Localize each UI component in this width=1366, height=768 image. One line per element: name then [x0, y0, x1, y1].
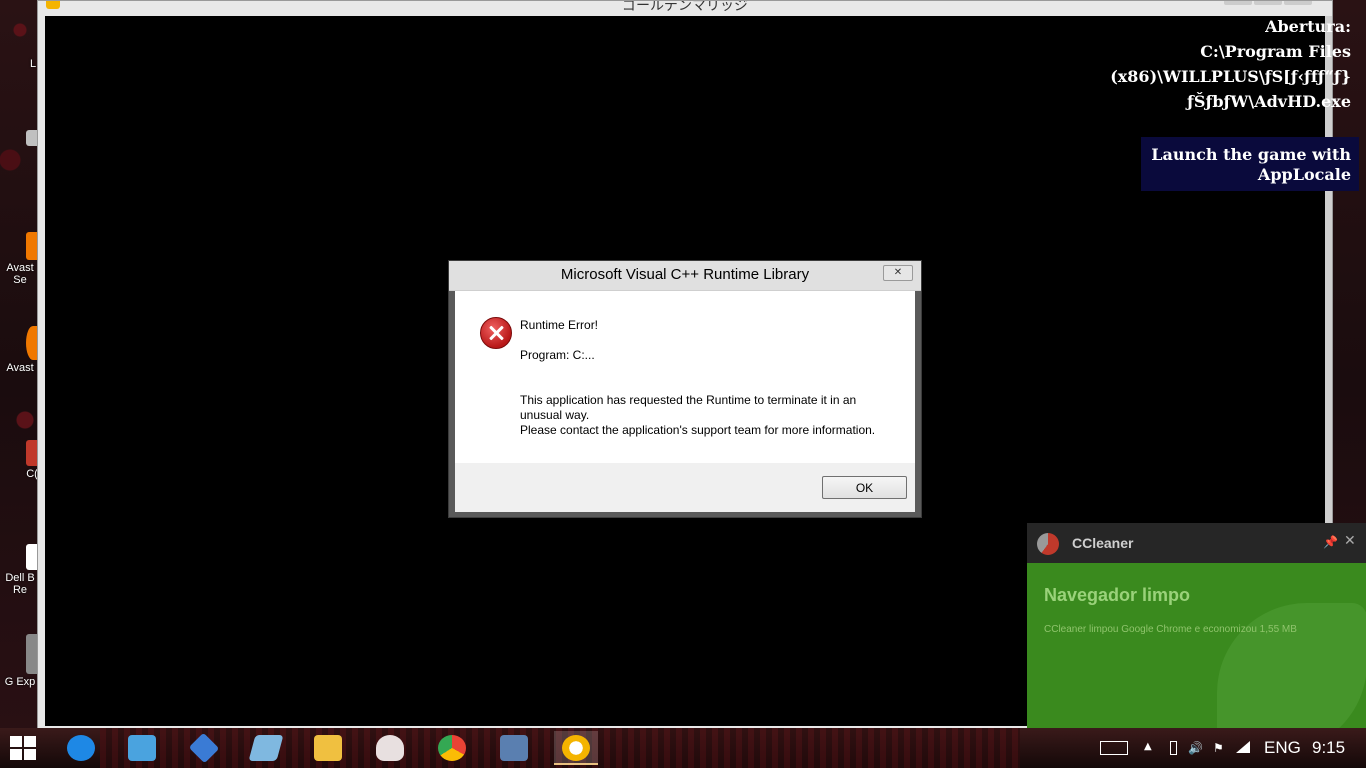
- internet-explorer-icon: [67, 735, 95, 761]
- dialog-body: Runtime Error! Program: C:... This appli…: [455, 291, 915, 512]
- ccleaner-notification[interactable]: CCleaner 📌 ✕ Navegador limpo CCleaner li…: [1027, 523, 1366, 728]
- dialog-footer: OK: [455, 463, 915, 512]
- taskbar-file-explorer[interactable]: [306, 731, 350, 765]
- taskbar-chrome[interactable]: [430, 731, 474, 765]
- program-path: Program: C:...: [520, 348, 595, 362]
- notification-close-button[interactable]: ✕: [1344, 533, 1356, 549]
- dialog-close-button[interactable]: ✕: [883, 265, 913, 281]
- ok-button[interactable]: OK: [822, 476, 907, 499]
- game-window-title: ゴールデンマリッジ: [622, 1, 748, 14]
- launch-label-line: AppLocale: [1257, 165, 1351, 184]
- notification-title: Navegador limpo: [1044, 585, 1191, 605]
- error-heading: Runtime Error!: [520, 318, 599, 332]
- taskbar-ppsspp[interactable]: [182, 731, 226, 765]
- notepad-icon: [248, 735, 284, 761]
- desktop-icon-ccleaner[interactable]: C(: [0, 440, 40, 480]
- anime-character-icon: [376, 735, 404, 761]
- notification-app-name: CCleaner: [1072, 535, 1134, 551]
- show-hidden-icons-chevron-icon[interactable]: ▲: [1144, 741, 1158, 755]
- taskbar: ▲ 🔊 ⚑ ENG 9:15: [0, 728, 1366, 768]
- control-panel-icon: [128, 735, 156, 761]
- error-icon: [480, 317, 512, 349]
- folder-icon: [314, 735, 342, 761]
- battery-icon[interactable]: [1170, 741, 1177, 755]
- desktop-icon-avast-secureline[interactable]: Avast Se: [0, 232, 40, 286]
- leaf-decoration-icon: [1217, 603, 1366, 728]
- taskbar-control-panel[interactable]: [120, 731, 164, 765]
- desktop-icon-shortcut[interactable]: [0, 130, 40, 148]
- path-label: Abertura:: [1265, 17, 1351, 36]
- desktop-icon-game-explorer[interactable]: G Exp: [0, 634, 40, 688]
- window-controls[interactable]: [1224, 1, 1312, 5]
- desktop-icon-avast[interactable]: Avast: [0, 326, 40, 374]
- path-line: ƒŠƒbƒW\AdvHD.exe: [1187, 92, 1351, 111]
- minimize-button[interactable]: [1224, 1, 1252, 5]
- touch-keyboard-icon[interactable]: [1100, 741, 1128, 755]
- notification-body: Navegador limpo CCleaner limpou Google C…: [1027, 563, 1366, 728]
- error-message-line: This application has requested the Runti…: [520, 393, 857, 407]
- install-path-overlay: Abertura: C:\Program Files (x86)\WILLPLU…: [1051, 14, 1351, 114]
- windows-logo-icon: [10, 736, 22, 747]
- pin-icon[interactable]: 📌: [1323, 535, 1338, 549]
- path-line: C:\Program Files: [1200, 42, 1351, 61]
- maximize-button[interactable]: [1254, 1, 1282, 5]
- dialog-titlebar[interactable]: Microsoft Visual C++ Runtime Library ✕: [449, 261, 921, 291]
- taskbar-notepad[interactable]: [244, 731, 288, 765]
- keyboard-icon: [500, 735, 528, 761]
- taskbar-on-screen-keyboard[interactable]: [492, 731, 536, 765]
- runtime-error-dialog: Microsoft Visual C++ Runtime Library ✕ R…: [448, 260, 922, 518]
- system-clock[interactable]: 9:15: [1312, 738, 1345, 758]
- path-line: (x86)\WILLPLUS\ƒS[ƒ‹ƒfƒ“ƒ}: [1110, 67, 1351, 86]
- desktop-icon-dell-backup[interactable]: Dell B Re: [0, 544, 40, 596]
- dialog-content: Runtime Error! Program: C:... This appli…: [455, 291, 915, 463]
- start-button[interactable]: [10, 736, 38, 762]
- error-message-line: unusual way.: [520, 408, 590, 422]
- chrome-icon: [438, 735, 466, 761]
- action-center-flag-icon[interactable]: ⚑: [1213, 741, 1227, 755]
- taskbar-internet-explorer[interactable]: [59, 731, 103, 765]
- dialog-title: Microsoft Visual C++ Runtime Library: [560, 266, 810, 283]
- notification-message: CCleaner limpou Google Chrome e economiz…: [1044, 624, 1297, 635]
- ccleaner-icon: [1037, 533, 1059, 555]
- game-app-icon: [562, 735, 590, 761]
- language-indicator[interactable]: ENG: [1264, 738, 1301, 758]
- notification-header: CCleaner 📌 ✕: [1027, 523, 1366, 563]
- ppsspp-icon: [188, 732, 220, 764]
- taskbar-anime-app[interactable]: [368, 731, 412, 765]
- error-message-line: Please contact the application's support…: [520, 423, 876, 437]
- network-signal-icon[interactable]: [1236, 741, 1250, 753]
- volume-icon[interactable]: 🔊: [1188, 741, 1203, 755]
- launch-applocale-button[interactable]: Launch the game with AppLocale: [1141, 137, 1359, 191]
- launch-label-line: Launch the game with: [1151, 145, 1351, 164]
- taskbar-game-app[interactable]: [554, 731, 598, 765]
- close-button[interactable]: [1284, 1, 1312, 5]
